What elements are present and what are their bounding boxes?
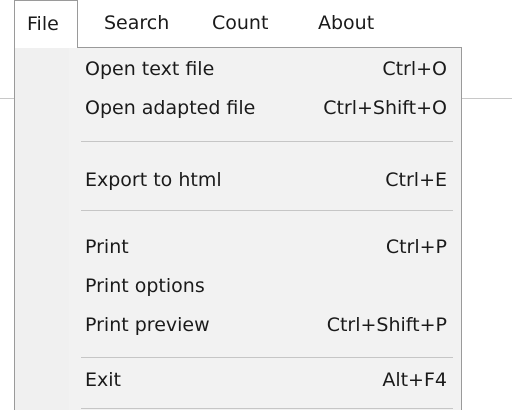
menu-bar: File Search Count About — [0, 0, 512, 48]
menu-item-label: Open text file — [85, 58, 215, 80]
menu-item-open-text-file[interactable]: Open text file Ctrl+O — [15, 50, 461, 88]
menu-item-shortcut: Ctrl+E — [385, 169, 447, 191]
menu-count[interactable]: Count — [198, 0, 282, 48]
menu-separator — [81, 210, 453, 211]
menu-item-shortcut: Alt+F4 — [382, 369, 447, 391]
menu-item-shortcut: Ctrl+P — [385, 236, 447, 258]
toolbar-divider-left — [0, 98, 14, 99]
menu-separator — [81, 357, 453, 358]
menu-file[interactable]: File — [14, 0, 78, 48]
menu-item-label: Print — [85, 236, 129, 258]
menu-item-shortcut: Ctrl+Shift+P — [326, 314, 447, 336]
menu-item-export-to-html[interactable]: Export to html Ctrl+E — [15, 161, 461, 199]
menu-item-label: Print options — [85, 275, 205, 297]
menu-about[interactable]: About — [304, 0, 388, 48]
menu-item-label: Exit — [85, 369, 121, 391]
file-menu-dropdown: Open text file Ctrl+O Open adapted file … — [14, 47, 462, 410]
menu-item-exit[interactable]: Exit Alt+F4 — [15, 361, 461, 399]
menu-separator — [81, 141, 453, 142]
menu-item-print-preview[interactable]: Print preview Ctrl+Shift+P — [15, 306, 461, 344]
menu-item-shortcut: Ctrl+O — [382, 58, 447, 80]
menu-item-print[interactable]: Print Ctrl+P — [15, 228, 461, 266]
menu-item-label: Open adapted file — [85, 97, 256, 119]
menu-search[interactable]: Search — [90, 0, 183, 48]
menu-item-open-adapted-file[interactable]: Open adapted file Ctrl+Shift+O — [15, 89, 461, 127]
toolbar-divider-right — [462, 98, 512, 99]
menu-item-label: Export to html — [85, 169, 222, 191]
menu-item-label: Print preview — [85, 314, 210, 336]
menu-separator — [81, 408, 453, 409]
app-window: File Search Count About Open text file C… — [0, 0, 512, 410]
menu-item-print-options[interactable]: Print options — [15, 267, 461, 305]
menu-item-shortcut: Ctrl+Shift+O — [323, 97, 447, 119]
